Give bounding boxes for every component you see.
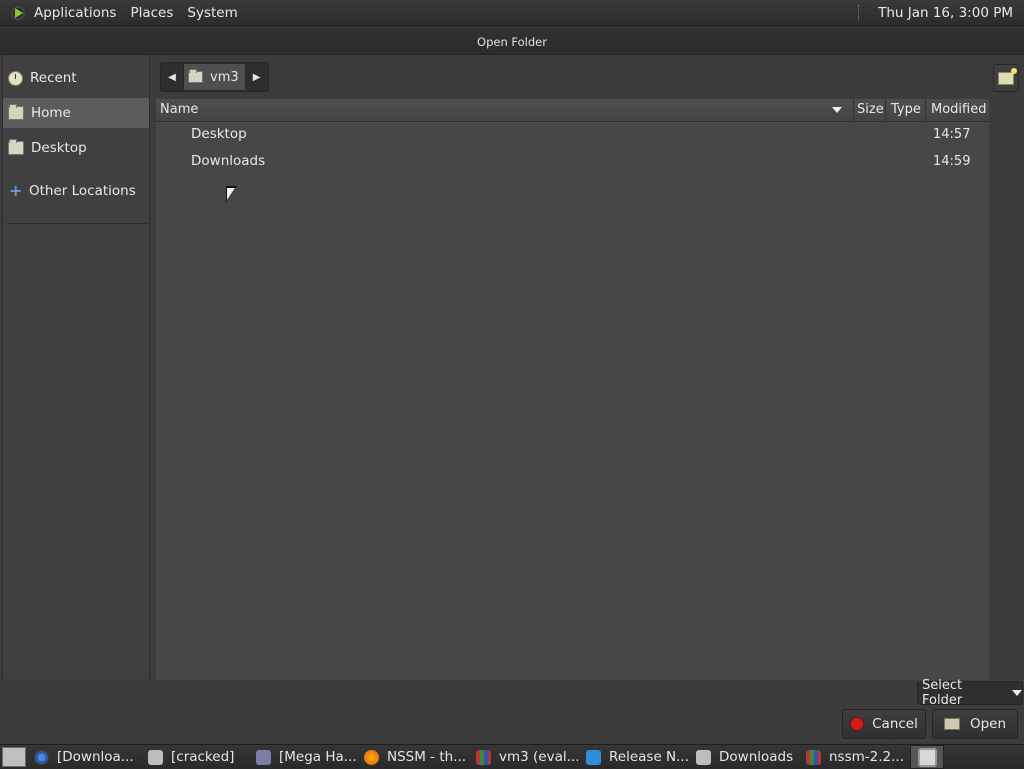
- dialog-title-bar: Open Folder: [0, 26, 1024, 55]
- folder-icon: [696, 749, 711, 765]
- cancel-button[interactable]: Cancel: [842, 709, 926, 739]
- taskbar-item-active[interactable]: [910, 745, 944, 769]
- taskbar-item-label: Downloads: [719, 749, 794, 765]
- dialog-title: Open Folder: [477, 35, 547, 49]
- home-folder-icon: [8, 104, 24, 120]
- menu-system[interactable]: System: [180, 5, 244, 21]
- taskbar-item[interactable]: [cracked]: [144, 746, 248, 768]
- vscode-icon: [586, 749, 601, 765]
- archive-icon: [476, 749, 491, 765]
- path-segment-vm3[interactable]: vm3: [183, 64, 246, 90]
- file-name: Downloads: [191, 153, 266, 169]
- folder-icon: [148, 749, 163, 765]
- file-name: Desktop: [191, 126, 247, 142]
- file-row[interactable]: Desktop 14:57: [156, 121, 989, 148]
- firefox-icon: [364, 749, 379, 765]
- cancel-icon: [850, 717, 865, 731]
- path-bar: ◀ vm3 ▶: [160, 62, 269, 92]
- new-folder-button[interactable]: [993, 64, 1019, 92]
- new-folder-icon: [998, 67, 1017, 85]
- mouse-pointer-icon: [226, 186, 237, 202]
- taskbar-item[interactable]: vm3 (eval...: [472, 746, 578, 768]
- taskbar-item-label: [cracked]: [171, 749, 235, 765]
- path-forward-button[interactable]: ▶: [246, 64, 268, 90]
- taskbar-item[interactable]: Release N...: [582, 746, 688, 768]
- pidgin-icon: [256, 749, 271, 765]
- sidebar-item-label: Recent: [30, 70, 77, 86]
- chevron-down-icon: [1012, 690, 1022, 696]
- top-panel: Applications Places System Thu Jan 16, 3…: [0, 0, 1024, 26]
- sidebar-divider: [7, 223, 147, 224]
- column-header-name[interactable]: Name: [160, 99, 198, 121]
- panel-separator: [858, 4, 861, 21]
- clock-area: Thu Jan 16, 3:00 PM: [858, 4, 1024, 21]
- file-modified: 14:57: [933, 127, 971, 142]
- file-chooser-content: ◀ vm3 ▶ Name Size Type Modified Desktop …: [152, 55, 1024, 680]
- path-segment-label: vm3: [210, 69, 239, 85]
- menu-places[interactable]: Places: [123, 5, 180, 21]
- sort-descending-icon: [832, 107, 842, 113]
- sidebar-item-other-locations[interactable]: Other Locations: [3, 176, 149, 206]
- window-icon: [917, 747, 937, 767]
- file-filter-select[interactable]: Select Folder: [917, 678, 1023, 708]
- home-folder-icon: [188, 69, 203, 83]
- clock[interactable]: Thu Jan 16, 3:00 PM: [871, 5, 1020, 21]
- sidebar-item-desktop[interactable]: Desktop: [3, 133, 149, 163]
- file-row[interactable]: Downloads 14:59: [156, 148, 989, 175]
- taskbar-item-label: vm3 (eval...: [499, 749, 578, 765]
- taskbar-item-label: [Downloa...: [57, 749, 134, 765]
- taskbar-item-label: Release N...: [609, 749, 688, 765]
- taskbar-item[interactable]: [Downloa...: [30, 746, 140, 768]
- taskbar-item[interactable]: Downloads: [692, 746, 798, 768]
- archive-icon: [806, 749, 821, 765]
- clock-icon: [8, 70, 23, 86]
- taskbar-item[interactable]: NSSM - th...: [360, 746, 468, 768]
- menu-applications[interactable]: Applications: [27, 5, 123, 21]
- cancel-button-label: Cancel: [872, 716, 918, 732]
- taskbar-item-label: nssm-2.2...: [829, 749, 904, 765]
- taskbar-item[interactable]: nssm-2.2...: [802, 746, 906, 768]
- column-header-modified[interactable]: Modified: [931, 99, 986, 121]
- sidebar-item-home[interactable]: Home: [3, 98, 149, 128]
- show-desktop-button[interactable]: [2, 747, 26, 767]
- plus-icon: [8, 181, 22, 200]
- sidebar-item-label: Home: [31, 105, 71, 121]
- sidebar-item-label: Other Locations: [29, 183, 136, 199]
- taskbar-item-label: [Mega Ha...: [279, 749, 356, 765]
- column-separator[interactable]: [925, 99, 926, 121]
- path-back-button[interactable]: ◀: [161, 64, 183, 90]
- column-separator[interactable]: [885, 99, 886, 121]
- app-menu-logo-icon[interactable]: [9, 3, 27, 22]
- open-button-label: Open: [969, 716, 1007, 732]
- file-list[interactable]: Name Size Type Modified Desktop 14:57 Do…: [156, 99, 989, 680]
- desktop-folder-icon: [8, 139, 24, 155]
- column-header-type[interactable]: Type: [891, 99, 921, 121]
- open-folder-icon: [943, 718, 960, 730]
- sidebar-item-recent[interactable]: Recent: [3, 63, 149, 93]
- file-filter-value: Select Folder: [922, 678, 963, 708]
- file-modified: 14:59: [933, 154, 971, 169]
- sidebar-item-label: Desktop: [31, 140, 87, 156]
- chrome-icon: [34, 749, 49, 765]
- taskbar: [Downloa... [cracked] [Mega Ha... NSSM -…: [0, 744, 1024, 769]
- taskbar-item-label: NSSM - th...: [387, 749, 467, 765]
- taskbar-item[interactable]: [Mega Ha...: [252, 746, 356, 768]
- column-separator[interactable]: [853, 99, 854, 121]
- list-header: Name Size Type Modified: [156, 99, 989, 122]
- places-sidebar: Recent Home Desktop Other Locations: [2, 55, 150, 679]
- column-header-size[interactable]: Size: [857, 99, 884, 121]
- open-button[interactable]: Open: [932, 709, 1018, 739]
